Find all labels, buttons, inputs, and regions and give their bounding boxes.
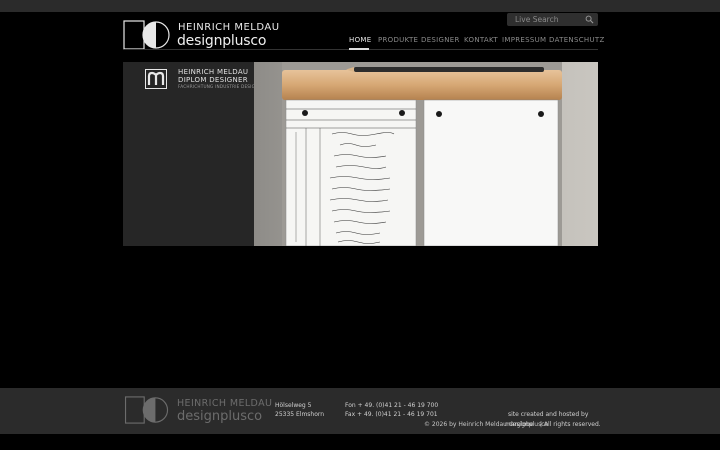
search-input[interactable] [507,13,583,26]
footer: HEINRICH MELDAU designplusco Hölselweg 5… [0,388,720,434]
banner-brand-panel: HEINRICH MELDAU DIPLOM DESIGNER FACHRICH… [123,62,258,246]
product-photo [254,62,598,246]
m-logo-icon [145,69,167,89]
header: HEINRICH MELDAU designplusco HOME PRODUK… [123,12,604,52]
footer-rights: | All rights reserved. [540,421,601,428]
footer-phone: Fon + 49. (0)41 21 - 46 19 700 [345,402,439,409]
footer-fax: Fax + 49. (0)41 21 - 46 19 701 [345,411,438,418]
hero-banner: HEINRICH MELDAU DIPLOM DESIGNER FACHRICH… [123,62,598,246]
nav-item-designer[interactable]: DESIGNER [421,36,460,44]
nav-active-indicator [349,48,369,50]
nav-item-kontakt[interactable]: KONTAKT [464,36,498,44]
banner-subtitle: FACHRICHTUNG INDUSTRIE DESIGN [178,84,259,89]
top-bar [0,0,720,12]
nav-item-produkte[interactable]: PRODUKTE [378,36,418,44]
footer-credit: site created and hosted by [508,411,589,418]
nav-item-home[interactable]: HOME [349,36,371,44]
footer-credit-link[interactable]: marglobe [505,421,534,428]
nav-item-impressum[interactable]: IMPRESSUM [502,36,546,44]
search-icon[interactable] [585,15,594,24]
logo-name: HEINRICH MELDAU [178,22,280,33]
main-nav: HOME PRODUKTE DESIGNER KONTAKT IMPRESSUM… [123,36,604,50]
footer-logo-mark-icon [124,396,169,424]
footer-logo-wordmark: designplusco [177,409,263,424]
footer-logo-name: HEINRICH MELDAU [177,398,273,409]
footer-street: Hölselweg 5 [275,402,312,409]
footer-logo[interactable]: HEINRICH MELDAU designplusco [123,396,272,426]
banner-title: DIPLOM DESIGNER [178,76,248,84]
nav-item-datenschutz[interactable]: DATENSCHUTZ [549,36,605,44]
live-search [507,13,598,26]
banner-name: HEINRICH MELDAU [178,68,249,76]
footer-city: 25335 Elmshorn [275,411,325,418]
